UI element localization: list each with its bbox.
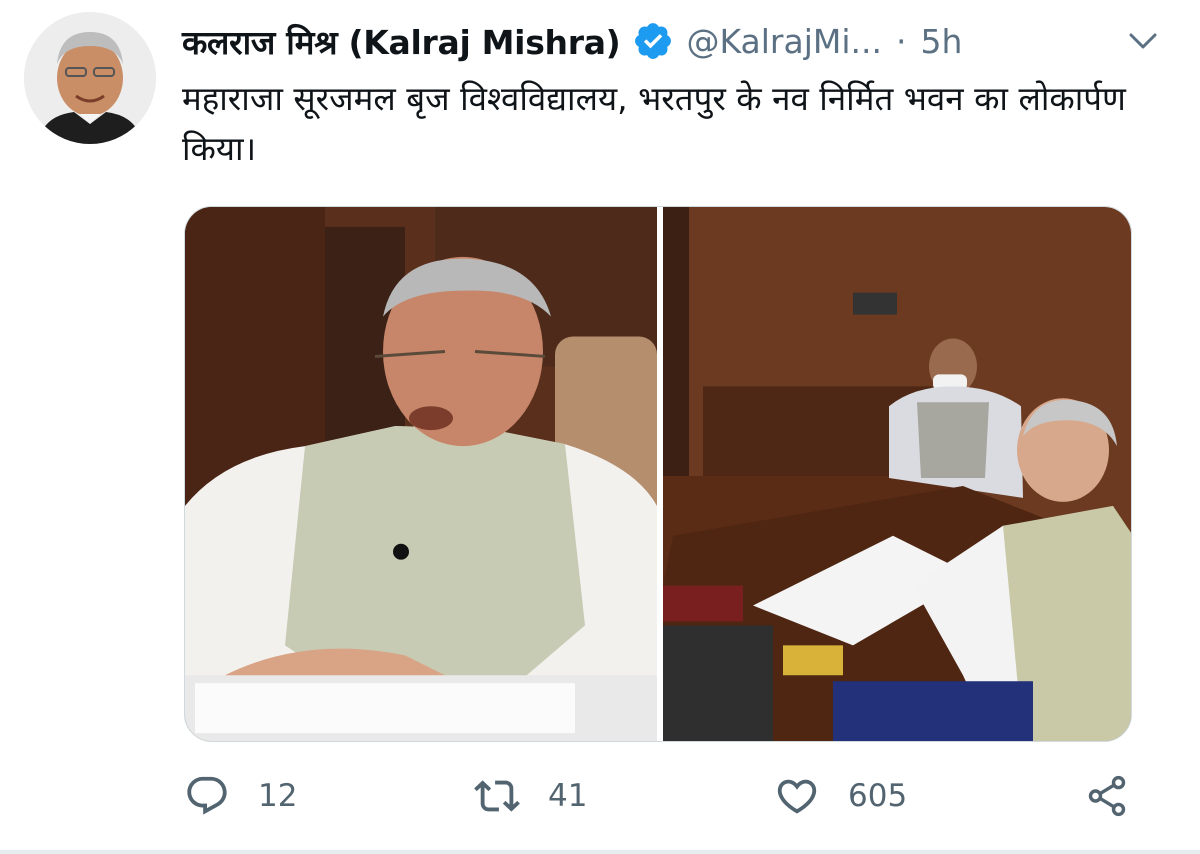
retweet-icon xyxy=(474,780,520,812)
author-display-name[interactable]: कलराज मिश्र (Kalraj Mishra) xyxy=(182,19,621,64)
media-photo-1[interactable] xyxy=(185,207,657,741)
reply-button[interactable]: 12 xyxy=(184,768,297,824)
media-photo-2[interactable] xyxy=(663,207,1131,741)
avatar-image xyxy=(24,12,156,144)
tweet-text: महाराजा सूरजमल बृज विश्वविद्यालय, भरतपुर… xyxy=(182,79,1126,168)
like-button[interactable]: 605 xyxy=(774,768,907,824)
retweet-button[interactable]: 41 xyxy=(474,768,587,824)
reply-icon xyxy=(187,776,227,815)
tweet-actions: 12 41 605 xyxy=(184,768,1144,824)
reply-count: 12 xyxy=(258,778,298,814)
share-icon xyxy=(1088,775,1126,817)
author-handle[interactable]: @KalrajMi... xyxy=(686,22,882,61)
verified-badge-icon xyxy=(632,20,674,62)
heart-icon xyxy=(777,779,817,814)
retweet-count: 41 xyxy=(548,778,588,814)
share-button[interactable] xyxy=(1084,768,1130,824)
tweet-timestamp[interactable]: 5h xyxy=(921,22,963,61)
avatar[interactable] xyxy=(24,12,156,144)
separator-dot: · xyxy=(896,21,907,61)
tweet-header: कलराज मिश्र (Kalraj Mishra) @KalrajMi...… xyxy=(182,14,1160,68)
chevron-down-icon[interactable] xyxy=(1126,26,1160,56)
tweet-media[interactable] xyxy=(184,206,1132,742)
tweet-card[interactable]: कलराज मिश्र (Kalraj Mishra) @KalrajMi...… xyxy=(0,0,1200,854)
like-count: 605 xyxy=(848,778,908,814)
tweet-divider xyxy=(0,850,1200,854)
